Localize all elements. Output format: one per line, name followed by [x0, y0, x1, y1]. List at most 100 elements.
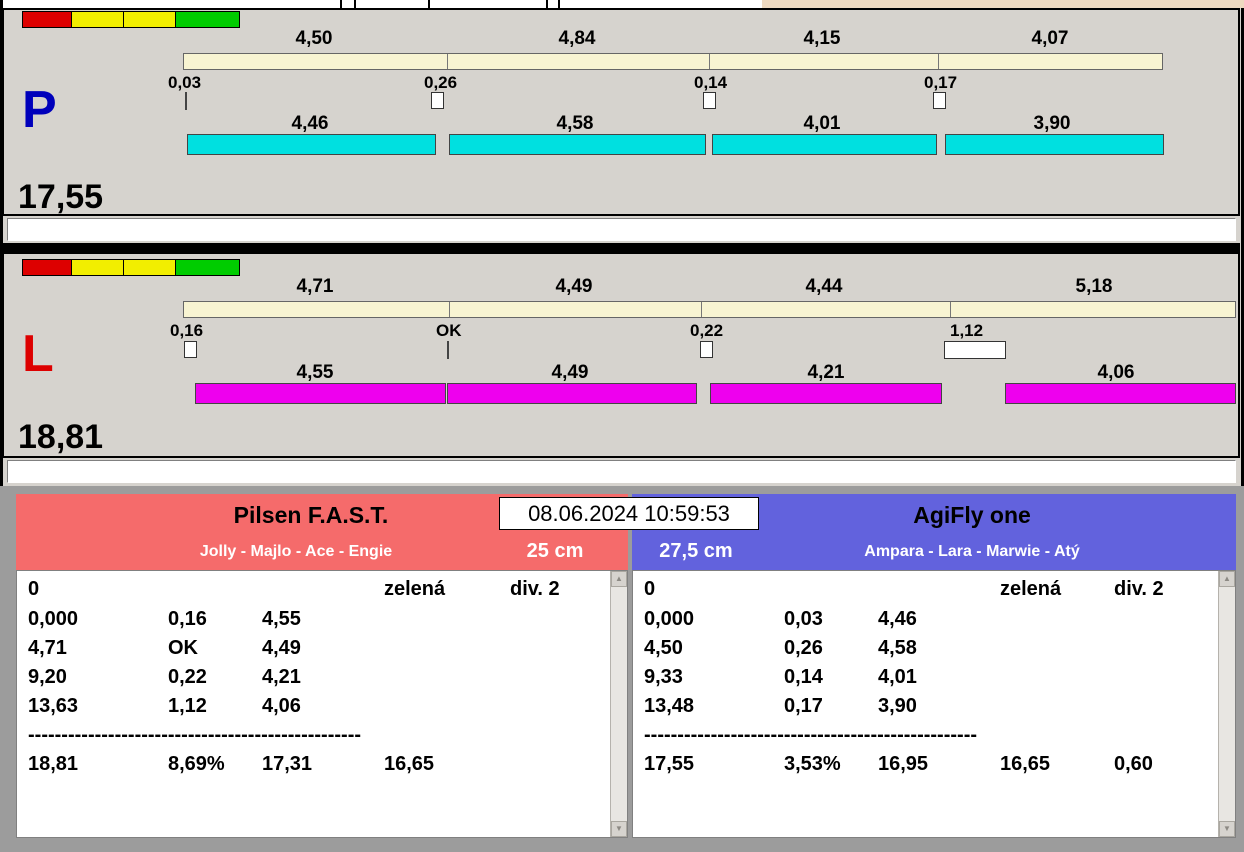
lane-p-traffic-lights — [22, 11, 240, 28]
window-edge-tick — [546, 0, 548, 8]
changeover-time-label: 1,12 — [950, 321, 984, 340]
split-time-label: 4,15 — [803, 28, 841, 49]
split-time-label: 4,49 — [555, 276, 593, 297]
table-cell: div. 2 — [1114, 578, 1164, 600]
traffic-light-green — [176, 259, 240, 276]
dog-time-bar — [449, 134, 706, 155]
scroll-down-icon[interactable]: ▼ — [1219, 821, 1235, 837]
table-cell: 0,000 — [28, 608, 79, 630]
team-right-dogs: Ampara - Lara - Marwie - Atý — [864, 543, 1080, 560]
table-cell: 0,14 — [784, 666, 823, 688]
lane-p-total: 17,55 — [18, 178, 104, 216]
traffic-light-yellow-1 — [72, 11, 124, 28]
lane-l-split-bar — [183, 301, 1236, 318]
table-cell: zelená — [384, 578, 446, 600]
dog-time-label: 4,01 — [803, 113, 841, 134]
table-cell: 3,90 — [878, 695, 917, 717]
table-cell: 16,65 — [384, 753, 435, 775]
changeover-marker — [700, 341, 713, 358]
team-left-height: 25 cm — [526, 540, 584, 562]
dog-time-label: 3,90 — [1033, 113, 1071, 134]
scroll-up-icon[interactable]: ▲ — [611, 571, 627, 587]
table-cell: 4,58 — [878, 637, 917, 659]
changeover-time-label: 0,22 — [690, 321, 724, 340]
dog-time-label: 4,06 — [1097, 362, 1135, 383]
table-cell: 18,81 — [28, 753, 79, 775]
table-cell: 0,22 — [168, 666, 207, 688]
split-time-label: 4,44 — [805, 276, 843, 297]
split-time-label: 4,07 — [1031, 28, 1069, 49]
table-cell: 1,12 — [168, 695, 207, 717]
changeover-time-label: 0,17 — [924, 73, 958, 92]
dog-time-label: 4,58 — [556, 113, 594, 134]
scrollbar[interactable]: ▲ ▼ — [1218, 571, 1235, 837]
changeover-marker — [944, 341, 1006, 359]
team-right-name: AgiFly one — [913, 502, 1031, 528]
table-cell: 0,26 — [784, 637, 823, 659]
changeover-marker — [185, 92, 187, 110]
dog-time-label: 4,55 — [296, 362, 334, 383]
window-edge-tick — [354, 0, 356, 8]
table-cell: 4,50 — [644, 637, 683, 659]
scroll-down-icon[interactable]: ▼ — [611, 821, 627, 837]
team-right-results-table[interactable] — [632, 570, 1236, 838]
lane-l-status-field — [7, 460, 1236, 483]
dog-time-label: 4,49 — [551, 362, 589, 383]
table-cell: 4,06 — [262, 695, 301, 717]
dog-time-label: 4,21 — [807, 362, 845, 383]
traffic-light-yellow-2 — [124, 11, 176, 28]
split-time-label: 4,71 — [296, 276, 334, 297]
traffic-light-red — [22, 11, 72, 28]
window-edge-tick — [558, 0, 560, 8]
table-cell: zelená — [1000, 578, 1062, 600]
traffic-light-yellow-2 — [124, 259, 176, 276]
dog-time-bar — [712, 134, 937, 155]
table-cell: 0 — [644, 578, 656, 600]
table-cell: 0,03 — [784, 608, 823, 630]
split-time-label: 4,50 — [295, 28, 333, 49]
split-time-label: 4,84 — [558, 28, 596, 49]
lane-p-split-bar — [183, 53, 1163, 70]
changeover-time-label: 0,14 — [694, 73, 728, 92]
scroll-up-icon[interactable]: ▲ — [1219, 571, 1235, 587]
changeover-time-label: 0,26 — [424, 73, 458, 92]
table-cell: div. 2 — [510, 578, 560, 600]
table-cell: 9,20 — [28, 666, 67, 688]
dog-time-bar — [195, 383, 446, 404]
traffic-light-red — [22, 259, 72, 276]
table-cell: 8,69% — [168, 753, 225, 775]
table-cell: 0,17 — [784, 695, 823, 717]
lane-l-total: 18,81 — [18, 418, 104, 456]
changeover-time-label: 0,16 — [170, 321, 204, 340]
table-cell: 17,31 — [262, 753, 313, 775]
window-strip-peach — [762, 0, 1244, 8]
table-cell: 13,63 — [28, 695, 79, 717]
table-cell: 3,53% — [784, 753, 841, 775]
changeover-marker — [184, 341, 197, 358]
table-cell: 17,55 — [644, 753, 695, 775]
dog-time-bar — [710, 383, 942, 404]
table-cell: 4,01 — [878, 666, 917, 688]
table-cell: 0,16 — [168, 608, 207, 630]
dog-time-bar — [945, 134, 1164, 155]
timestamp: 08.06.2024 10:59:53 — [499, 497, 759, 530]
table-cell: OK — [168, 637, 198, 659]
lane-l-traffic-lights — [22, 259, 240, 276]
team-left-results-table[interactable] — [16, 570, 628, 838]
lane-l-label: L — [22, 325, 54, 383]
table-cell: 9,33 — [644, 666, 683, 688]
table-cell: 16,95 — [878, 753, 929, 775]
table-cell: 4,49 — [262, 637, 301, 659]
table-cell: 0,60 — [1114, 753, 1153, 775]
lane-divider — [2, 243, 1240, 252]
changeover-marker — [933, 92, 946, 109]
lane-p-status-field — [7, 218, 1236, 241]
changeover-marker — [431, 92, 444, 109]
scrollbar[interactable]: ▲ ▼ — [610, 571, 627, 837]
changeover-time-label: OK — [436, 321, 462, 340]
split-time-label: 5,18 — [1075, 276, 1113, 297]
table-separator: ----------------------------------------… — [644, 724, 978, 746]
traffic-light-green — [176, 11, 240, 28]
changeover-marker — [447, 341, 449, 359]
dog-time-bar — [187, 134, 436, 155]
